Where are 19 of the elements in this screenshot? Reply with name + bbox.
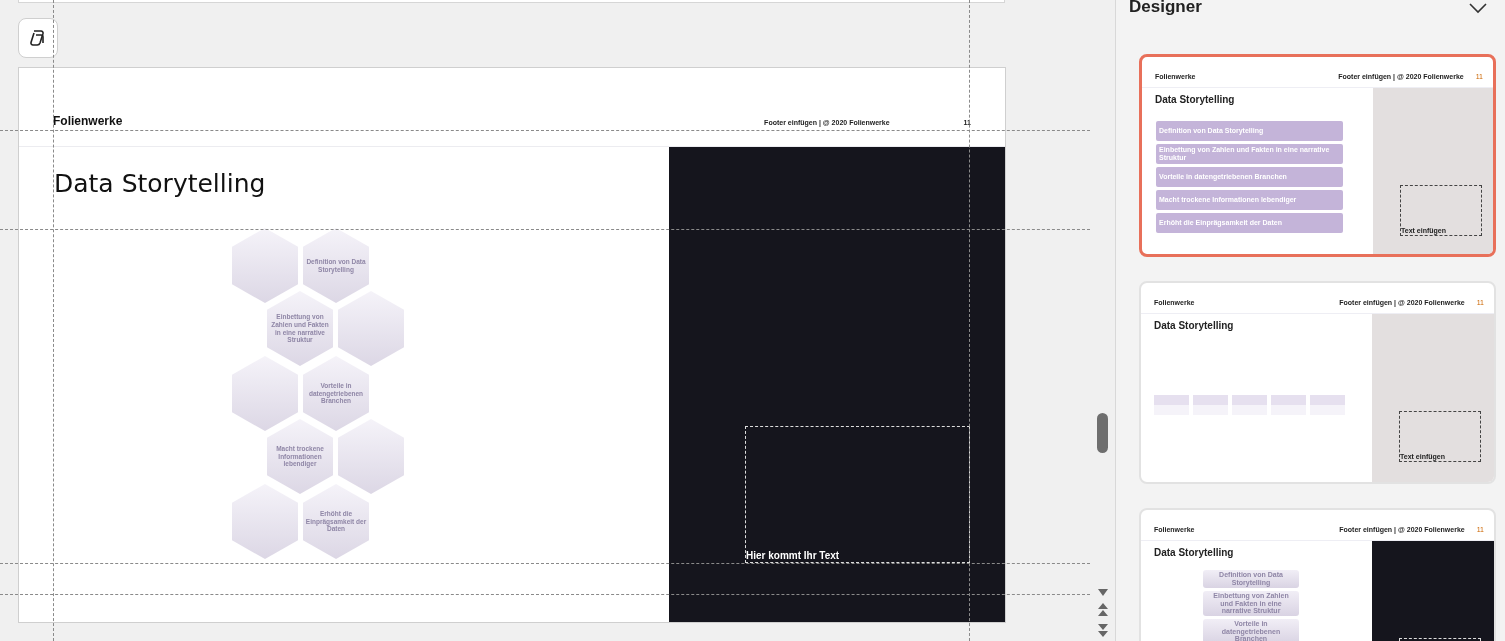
chevron-down-icon[interactable] xyxy=(1469,2,1487,14)
tile xyxy=(1310,395,1345,415)
scroll-down-icon[interactable] xyxy=(1096,588,1109,597)
copilot-button[interactable] xyxy=(18,18,58,58)
next-slide-icon[interactable] xyxy=(1096,623,1109,637)
slide-title: Data Storytelling xyxy=(1155,94,1236,105)
tile xyxy=(1232,395,1267,415)
scrollbar-thumb[interactable] xyxy=(1097,413,1108,453)
placeholder-text: Hier kommt Ihr Text xyxy=(746,550,840,561)
tile xyxy=(1271,395,1306,415)
tile xyxy=(1154,395,1189,415)
slide-title: Data Storytelling xyxy=(1154,320,1235,331)
tile xyxy=(1193,395,1228,415)
panel-title: Designer xyxy=(1129,0,1202,17)
previous-slide-icon[interactable] xyxy=(1096,603,1109,617)
slide-title: Data Storytelling xyxy=(54,169,267,198)
design-thumbnail[interactable] xyxy=(1139,54,1496,257)
slide-title: Data Storytelling xyxy=(1154,547,1235,558)
brand-name: Folienwerke xyxy=(53,114,124,128)
